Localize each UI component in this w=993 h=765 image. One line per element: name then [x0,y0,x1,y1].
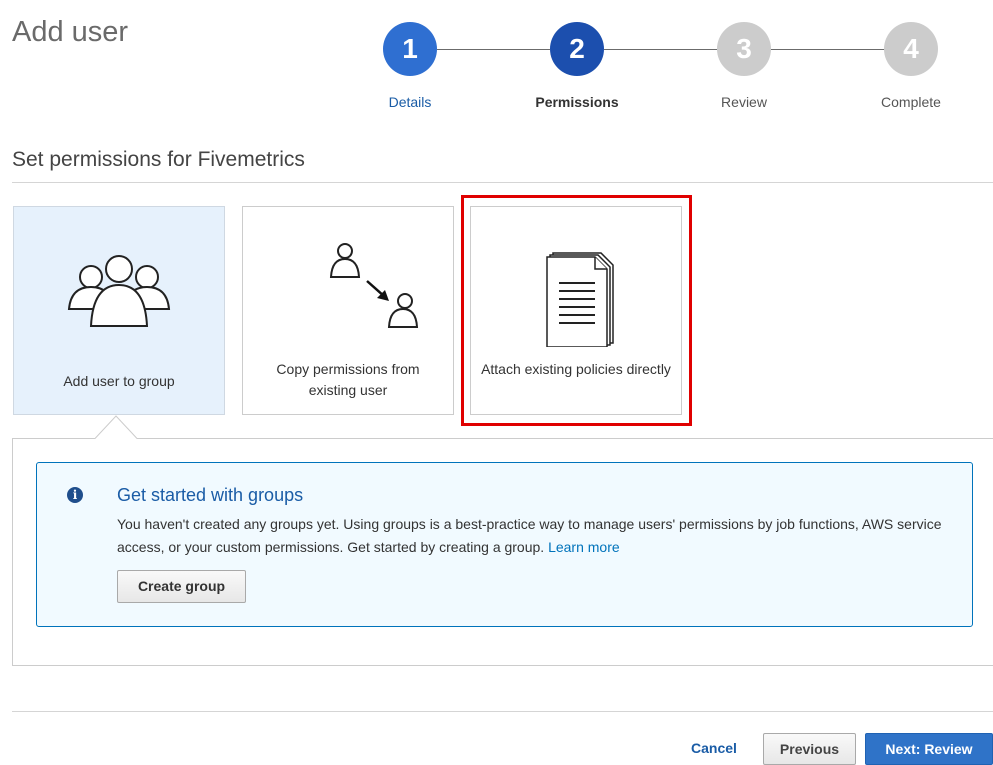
step-details[interactable]: 1 Details [350,22,470,110]
section-divider [12,182,993,183]
panel-pointer [95,415,138,439]
option-label: Attach existing policies directly [481,361,671,377]
create-group-button[interactable]: Create group [117,570,246,603]
footer-divider [12,711,993,712]
step-review: 3 Review [684,22,804,110]
policy-document-icon [471,247,681,352]
step-number: 1 [383,22,437,76]
step-complete: 4 Complete [851,22,971,110]
option-label: Add user to group [63,373,175,389]
step-permissions: 2 Permissions [517,22,637,110]
previous-button[interactable]: Previous [763,733,856,765]
option-label: Copy permissions from existing user [276,361,420,398]
option-attach-policies[interactable]: Attach existing policies directly [470,206,682,415]
learn-more-link[interactable]: Learn more [548,539,620,555]
info-icon: i [67,487,83,503]
option-copy-permissions[interactable]: Copy permissions from existing user [242,206,454,415]
option-add-user-to-group[interactable]: Add user to group [13,206,225,415]
step-number: 2 [550,22,604,76]
page-title: Add user [12,16,129,48]
step-label: Permissions [535,94,619,110]
step-label: Details [388,94,432,110]
step-number: 4 [884,22,938,76]
copy-user-icon [243,231,453,336]
info-title: Get started with groups [117,485,304,505]
step-number: 3 [717,22,771,76]
section-title: Set permissions for Fivemetrics [12,148,305,171]
step-label: Complete [881,94,941,110]
users-group-icon [14,235,224,340]
step-label: Review [721,94,767,110]
next-review-button[interactable]: Next: Review [865,733,993,765]
cancel-button[interactable]: Cancel [676,733,752,765]
info-text: You haven't created any groups yet. Usin… [117,513,967,559]
info-description: You haven't created any groups yet. Usin… [117,516,942,555]
